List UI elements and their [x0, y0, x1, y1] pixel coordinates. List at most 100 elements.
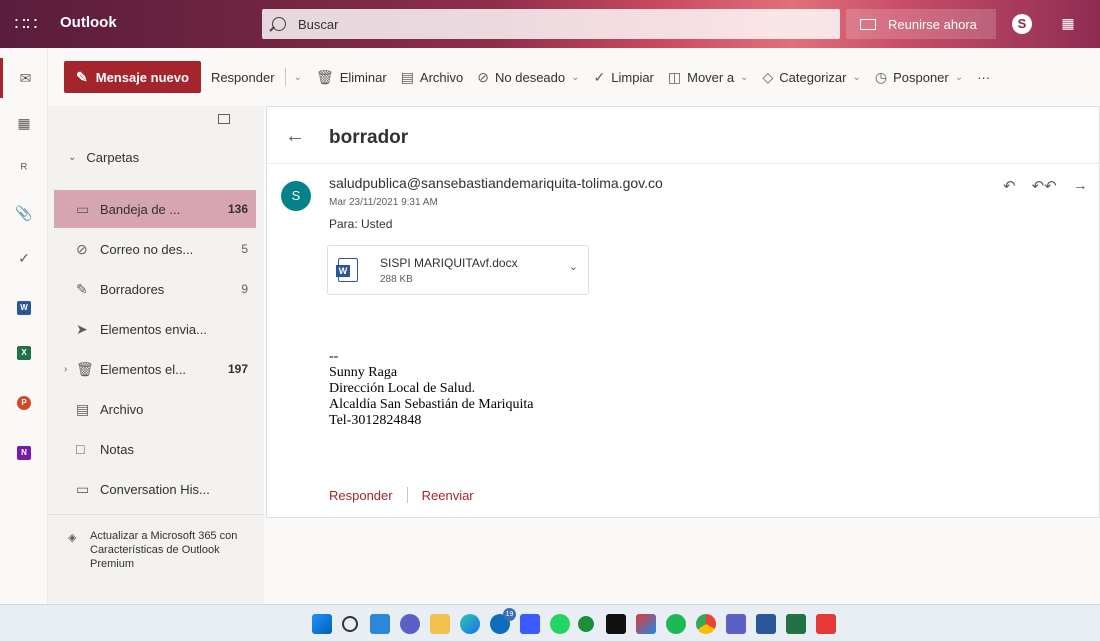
collapse-pane-icon[interactable]: [218, 114, 230, 124]
sender-address[interactable]: saludpublica@sansebastiandemariquita-tol…: [329, 175, 663, 191]
folder-count: 5: [241, 242, 248, 256]
avatar[interactable]: S: [281, 181, 311, 211]
netflix-icon[interactable]: [606, 614, 626, 634]
more-options-button[interactable]: ···: [977, 70, 990, 85]
start-icon[interactable]: [312, 614, 332, 634]
broom-icon: ✓: [593, 68, 606, 85]
acrobat-icon[interactable]: [816, 614, 836, 634]
back-arrow-icon[interactable]: ←: [285, 125, 305, 148]
folder-label: Archivo: [100, 401, 144, 417]
upgrade-text: Actualizar a Microsoft 365 con Caracterí…: [90, 530, 238, 570]
chat-icon[interactable]: [400, 614, 420, 634]
junk-button[interactable]: ⊘ No deseado ⌄: [477, 69, 579, 86]
app-icon[interactable]: [578, 616, 594, 632]
chevron-down-icon[interactable]: ⌄: [569, 260, 578, 273]
folder-sent[interactable]: ➤ Elementos envia...: [54, 310, 256, 348]
new-message-button[interactable]: ✎ Mensaje nuevo: [64, 61, 201, 93]
chrome-icon[interactable]: [696, 614, 716, 634]
sweep-label: Limpiar: [611, 69, 654, 85]
chevron-down-icon: ⌄: [68, 152, 77, 163]
forward-link[interactable]: Reenviar: [422, 488, 474, 503]
compose-icon: ✎: [76, 68, 88, 85]
reply-dropdown[interactable]: ⌄: [288, 72, 302, 83]
calendar-icon[interactable]: ▦: [0, 103, 48, 143]
signature-line: Sunny Raga: [329, 365, 398, 380]
snooze-button[interactable]: ◷ Posponer ⌄: [875, 69, 963, 86]
folder-count: 197: [227, 362, 248, 376]
widgets-icon[interactable]: [370, 614, 390, 634]
folder-label: Notas: [100, 441, 134, 457]
signature-line: --: [329, 349, 339, 364]
attachment-card[interactable]: W SISPI MARIQUITAvf.docx 288 KB ⌄: [327, 245, 589, 295]
archive-button[interactable]: ▤ Archivo: [401, 69, 464, 86]
chevron-right-icon[interactable]: ›: [64, 364, 67, 375]
app-icon[interactable]: [520, 614, 540, 634]
reply-links: Responder Reenviar: [329, 487, 474, 503]
folder-conversation-history[interactable]: ▭ Conversation His...: [54, 470, 256, 508]
spotify-icon[interactable]: [666, 614, 686, 634]
people-icon[interactable]: ᴿ: [0, 148, 48, 188]
delete-button[interactable]: 🗑 Eliminar: [316, 69, 387, 86]
app-launcher-icon[interactable]: ∷∷: [0, 0, 52, 48]
onenote-icon[interactable]: N: [0, 433, 48, 473]
file-explorer-icon[interactable]: [430, 614, 450, 634]
folder-label: Conversation His...: [100, 481, 210, 497]
move-to-button[interactable]: ◫ Mover a ⌄: [668, 69, 749, 86]
folder-count: 136: [227, 202, 248, 216]
folder-pane: ⌄ Carpetas ▭ Bandeja de ... 136 ⊘ Correo…: [48, 106, 264, 604]
search-icon[interactable]: [342, 616, 358, 632]
divider: [406, 487, 408, 503]
search-box[interactable]: Buscar: [262, 9, 840, 39]
app-name[interactable]: Outlook: [60, 14, 117, 31]
word-icon[interactable]: [756, 614, 776, 634]
sweep-button[interactable]: ✓ Limpiar: [594, 69, 654, 86]
office-apps-icon[interactable]: ▦: [1058, 15, 1078, 33]
categorize-button[interactable]: ◇ Categorizar ⌄: [762, 69, 860, 86]
edge-icon[interactable]: [460, 614, 480, 634]
word-doc-icon: W: [336, 258, 358, 282]
folder-deleted[interactable]: › 🗑 Elementos el... 197: [54, 350, 256, 388]
todo-icon[interactable]: ✓: [0, 238, 48, 278]
meet-now-button[interactable]: Reunirse ahora: [846, 9, 996, 39]
meet-now-label: Reunirse ahora: [888, 16, 977, 32]
divider: [284, 68, 286, 86]
search-input[interactable]: Buscar: [298, 17, 338, 32]
attachment-icon[interactable]: 📎: [0, 193, 48, 233]
block-icon: ⊘: [477, 68, 490, 85]
archive-icon: ▤: [76, 400, 90, 417]
folder-notes[interactable]: □ Notas: [54, 430, 256, 468]
upgrade-banner[interactable]: ◈ Actualizar a Microsoft 365 con Caracte…: [48, 514, 264, 604]
word-icon[interactable]: W: [0, 288, 48, 328]
excel-icon[interactable]: [786, 614, 806, 634]
attachment-name: SISPI MARIQUITAvf.docx: [380, 256, 518, 270]
folders-header[interactable]: ⌄ Carpetas: [68, 150, 139, 165]
snooze-label: Posponer: [893, 69, 949, 85]
signature-line: Dirección Local de Salud.: [329, 381, 476, 396]
excel-icon[interactable]: X: [0, 333, 48, 373]
signature-line: Alcaldía San Sebastián de Mariquita: [329, 397, 534, 412]
command-bar: ✎ Mensaje nuevo Responder ⌄ 🗑 Eliminar ▤ A…: [48, 48, 1100, 106]
folder-drafts[interactable]: ✎ Borradores 9: [54, 270, 256, 308]
categorize-label: Categorizar: [779, 69, 847, 85]
send-icon: ➤: [76, 320, 88, 337]
reply-icon[interactable]: ↶: [1003, 177, 1016, 195]
search-icon: [272, 17, 286, 31]
mail-app-icon[interactable]: 19: [490, 608, 516, 634]
reply-button[interactable]: Responder: [211, 70, 275, 85]
teams-icon[interactable]: [726, 614, 746, 634]
folder-archive[interactable]: ▤ Archivo: [54, 390, 256, 428]
mail-icon[interactable]: ✉: [0, 58, 48, 98]
folder-junk[interactable]: ⊘ Correo no des... 5: [54, 230, 256, 268]
folder-label: Correo no des...: [100, 241, 194, 257]
forward-icon[interactable]: →: [1073, 177, 1088, 195]
skype-icon[interactable]: S: [1012, 14, 1032, 34]
photos-icon[interactable]: [636, 614, 656, 634]
delete-label: Eliminar: [339, 69, 387, 85]
folder-inbox[interactable]: ▭ Bandeja de ... 136: [54, 190, 256, 228]
reply-link[interactable]: Responder: [329, 488, 393, 503]
powerpoint-icon[interactable]: P: [0, 383, 48, 423]
junk-label: No deseado: [495, 69, 566, 85]
reply-all-icon[interactable]: ↶↶: [1032, 177, 1057, 195]
whatsapp-icon[interactable]: [550, 614, 570, 634]
folder-label: Borradores: [100, 281, 165, 297]
